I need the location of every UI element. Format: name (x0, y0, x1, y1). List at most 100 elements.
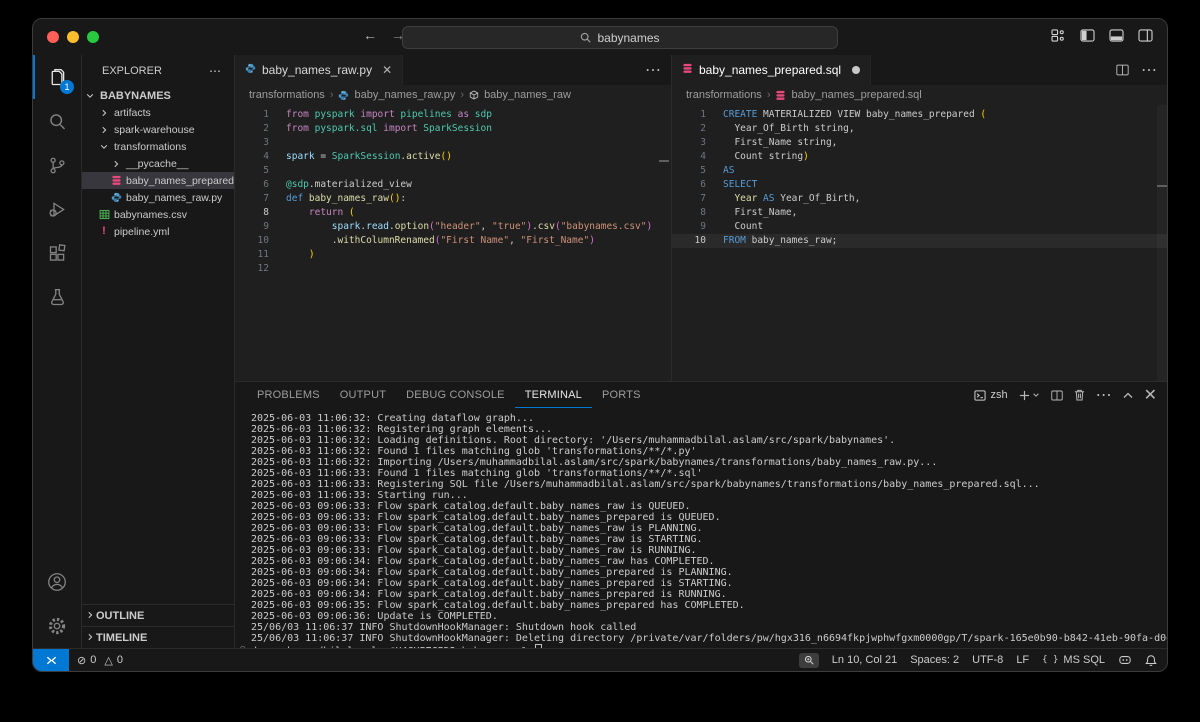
terminal-line: 2025-06-03 09:06:34: Flow spark_catalog.… (251, 567, 1167, 578)
toggle-panel-icon[interactable] (1109, 29, 1124, 42)
activity-account[interactable] (33, 560, 81, 604)
tree-item--pycache-[interactable]: __pycache__ (82, 155, 234, 172)
activity-settings[interactable] (33, 604, 81, 648)
activity-extensions[interactable] (33, 231, 81, 275)
problems-status[interactable]: ⊘ 0 △ 0 (77, 654, 127, 667)
activity-run-debug[interactable] (33, 187, 81, 231)
sidebar-section-outline[interactable]: OUTLINE (82, 604, 234, 626)
sql-editor[interactable]: 1CREATE MATERIALIZED VIEW baby_names_pre… (672, 105, 1167, 381)
chevron-right-icon (86, 632, 94, 644)
zoom-indicator[interactable] (799, 653, 819, 668)
command-center-search[interactable]: babynames (402, 26, 838, 49)
sidebar-section-timeline[interactable]: TIMELINE (82, 626, 234, 648)
activity-explorer[interactable]: 1 (33, 55, 81, 99)
braces-icon: { } (1042, 655, 1058, 665)
magnifier-icon (804, 655, 814, 665)
yml-file-icon: ! (96, 226, 112, 237)
command-center-query: babynames (597, 31, 659, 45)
terminal-line: 2025-06-03 11:06:33: Starting run... (251, 490, 1167, 501)
more-actions-icon[interactable]: ⋯ (1141, 60, 1157, 80)
panel-tab-debug-console[interactable]: DEBUG CONSOLE (396, 382, 515, 408)
csv-file-icon (96, 209, 112, 220)
errors-count: 0 (90, 654, 96, 666)
python-editor[interactable]: 1from pyspark import pipelines as sdp2fr… (235, 105, 671, 381)
explorer-more-actions-icon[interactable]: ⋯ (209, 64, 222, 78)
breadcrumb-item[interactable]: baby_names_raw.py (354, 89, 455, 101)
line-number: 8 (672, 206, 706, 220)
indentation[interactable]: Spaces: 2 (910, 654, 959, 666)
new-terminal-button[interactable] (1019, 390, 1040, 401)
code-line: 5 (235, 164, 671, 178)
eol-sequence[interactable]: LF (1016, 654, 1029, 666)
activity-source-control[interactable] (33, 143, 81, 187)
breadcrumb-item[interactable]: transformations (686, 89, 762, 101)
panel-actions: zsh ⋯ ✕ (974, 382, 1157, 408)
run-debug-icon (47, 199, 68, 220)
notifications-bell-icon[interactable] (1145, 654, 1157, 667)
breadcrumb-separator: › (330, 89, 334, 101)
split-terminal-icon[interactable] (1051, 390, 1063, 401)
activity-testing[interactable] (33, 275, 81, 319)
panel-tab-output[interactable]: OUTPUT (330, 382, 396, 408)
tree-item-pipeline-yml[interactable]: !pipeline.yml (82, 223, 234, 240)
editor-group-left: baby_names_raw.py ✕ ⋯ transformations › ba… (235, 55, 672, 381)
warnings-icon: △ (104, 654, 112, 667)
language-mode[interactable]: { } MS SQL (1042, 654, 1105, 666)
breadcrumb-item[interactable]: transformations (249, 89, 325, 101)
right-tab-bar: baby_names_prepared.sql ⋯ (672, 55, 1167, 85)
panel-tab-problems[interactable]: PROBLEMS (247, 382, 330, 408)
breadcrumb-item[interactable]: baby_names_prepared.sql (791, 89, 921, 101)
tab-baby-names-prepared-sql[interactable]: baby_names_prepared.sql (672, 55, 871, 85)
code-line: 9 Count (672, 220, 1167, 234)
kill-terminal-trash-icon[interactable] (1074, 389, 1085, 401)
close-tab-icon[interactable]: ✕ (382, 63, 392, 77)
breadcrumb[interactable]: transformations›baby_names_prepared.sql (672, 85, 1167, 105)
remote-indicator[interactable] (33, 649, 69, 671)
tree-item-transformations[interactable]: transformations (82, 138, 234, 155)
chevron-right-icon (108, 160, 124, 168)
copilot-icon[interactable] (1118, 654, 1132, 666)
tree-item-baby-names-raw-py[interactable]: baby_names_raw.py (82, 189, 234, 206)
cursor-position[interactable]: Ln 10, Col 21 (832, 654, 897, 666)
line-number: 9 (672, 220, 706, 234)
breadcrumb[interactable]: transformations›baby_names_raw.py›baby_n… (235, 85, 671, 105)
editor-groups: baby_names_raw.py ✕ ⋯ transformations›ba… (235, 55, 1167, 381)
toggle-primary-sidebar-icon[interactable] (1080, 29, 1095, 42)
customize-layout-icon[interactable] (1051, 29, 1066, 42)
minimize-window-button[interactable] (67, 31, 79, 43)
code-line: 4spark = SparkSession.active() (235, 150, 671, 164)
tree-item-baby-names-prepared-sql[interactable]: baby_names_prepared.sql (82, 172, 234, 189)
terminal-output[interactable]: 2025-06-03 11:06:32: Creating dataflow g… (235, 408, 1167, 648)
tree-root-babynames[interactable]: BABYNAMES (82, 87, 234, 104)
terminal-line: 2025-06-03 11:06:32: Registering graph e… (251, 424, 1167, 435)
sidebar-bottom-sections: OUTLINETIMELINE (82, 604, 234, 648)
breadcrumb-item[interactable]: baby_names_raw (484, 89, 571, 101)
panel-tab-ports[interactable]: PORTS (592, 382, 651, 408)
line-number: 1 (235, 108, 269, 122)
tree-item-artifacts[interactable]: artifacts (82, 104, 234, 121)
sql-file-icon (682, 63, 693, 77)
remote-icon (45, 654, 58, 667)
maximize-panel-icon[interactable] (1123, 391, 1133, 400)
panel-tab-terminal[interactable]: TERMINAL (515, 382, 592, 408)
code-line: 10FROM baby_names_raw; (672, 234, 1167, 248)
python-file-icon (245, 63, 256, 77)
activity-search[interactable] (33, 99, 81, 143)
tree-item-spark-warehouse[interactable]: spark-warehouse (82, 121, 234, 138)
more-actions-icon[interactable]: ⋯ (645, 60, 661, 80)
encoding[interactable]: UTF-8 (972, 654, 1003, 666)
split-editor-icon[interactable] (1116, 64, 1129, 76)
zoom-window-button[interactable] (87, 31, 99, 43)
tab-baby-names-raw-py[interactable]: baby_names_raw.py ✕ (235, 55, 403, 85)
close-panel-icon[interactable]: ✕ (1144, 385, 1157, 405)
close-window-button[interactable] (47, 31, 59, 43)
toggle-secondary-sidebar-icon[interactable] (1138, 29, 1153, 42)
line-number: 2 (672, 122, 706, 136)
tree-item-babynames-csv[interactable]: babynames.csv (82, 206, 234, 223)
code-line: 1from pyspark import pipelines as sdp (235, 108, 671, 122)
history-nav: ← → (363, 27, 405, 43)
back-icon[interactable]: ← (363, 27, 377, 43)
terminal-instance[interactable]: zsh (974, 389, 1007, 401)
panel-tab-bar: PROBLEMSOUTPUTDEBUG CONSOLETERMINALPORTS… (235, 382, 1167, 408)
panel-more-actions-icon[interactable]: ⋯ (1096, 385, 1112, 405)
